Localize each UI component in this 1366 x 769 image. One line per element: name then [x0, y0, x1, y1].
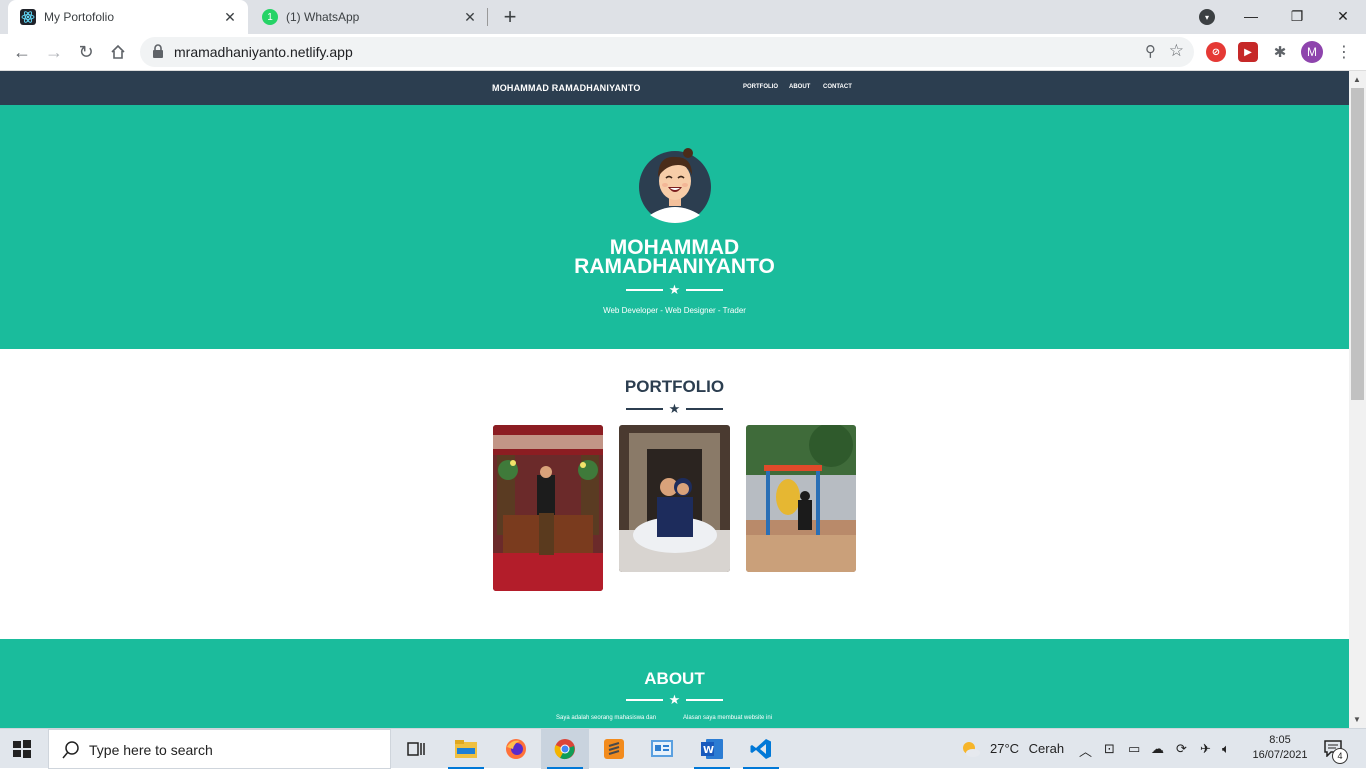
tab-search-icon[interactable]: ▾	[1199, 9, 1215, 25]
star-icon: ★	[668, 282, 681, 297]
hero-subtitle: Web Developer - Web Designer - Trader	[603, 306, 746, 315]
star-icon: ★	[668, 692, 681, 707]
portfolio-star-divider: ★	[626, 402, 723, 415]
react-icon	[20, 9, 36, 25]
weather-text[interactable]: 27°C Cerah	[990, 741, 1064, 756]
portfolio-photo-3[interactable]	[746, 425, 856, 572]
hero-name: MOHAMMAD RAMADHANIYANTO	[0, 237, 1349, 278]
address-bar[interactable]: mramadhaniyanto.netlify.app ⚲ ☆	[140, 37, 1194, 67]
battery-icon[interactable]: ▭	[1128, 741, 1140, 757]
weather-temperature: 27°C	[990, 741, 1020, 756]
svg-text:W: W	[703, 745, 714, 756]
hero-section: MOHAMMAD RAMADHANIYANTO ★ Web Developer …	[0, 105, 1349, 349]
site-brand[interactable]: MOHAMMAD RAMADHANIYANTO	[492, 83, 641, 93]
windows-start-icon[interactable]	[12, 739, 32, 759]
task-view-icon[interactable]	[392, 729, 440, 769]
airplane-mode-icon[interactable]: ✈	[1200, 741, 1211, 757]
lock-icon	[153, 44, 163, 58]
nav-link-about[interactable]: ABOUT	[789, 84, 810, 90]
bookmark-star-icon[interactable]: ☆	[1169, 41, 1184, 61]
word-icon[interactable]: W	[688, 729, 736, 769]
about-star-divider: ★	[626, 693, 723, 706]
minimize-button[interactable]: —	[1228, 0, 1274, 32]
close-window-button[interactable]: ✕	[1320, 0, 1366, 32]
taskbar-search-box[interactable]: Type here to search	[48, 729, 391, 769]
star-icon: ★	[668, 401, 681, 416]
tab-divider	[487, 8, 488, 26]
whatsapp-icon: 1	[262, 9, 278, 25]
url-text: mramadhaniyanto.netlify.app	[174, 44, 353, 60]
weather-condition: Cerah	[1028, 741, 1065, 756]
restore-button[interactable]: ❐	[1274, 0, 1320, 32]
about-title: ABOUT	[644, 669, 705, 688]
avatar-illustration	[639, 148, 711, 223]
clock-date: 16/07/2021	[1252, 749, 1308, 761]
profile-avatar[interactable]: M	[1301, 41, 1323, 63]
tab-title: My Portofolio	[44, 10, 115, 24]
sublime-text-icon[interactable]	[590, 729, 638, 769]
nav-link-portfolio[interactable]: PORTFOLIO	[743, 84, 778, 90]
volume-icon[interactable]: 🔈︎	[1222, 741, 1230, 757]
hero-star-divider: ★	[626, 283, 723, 296]
meet-now-icon[interactable]: ⊡	[1104, 741, 1115, 757]
tab-whatsapp[interactable]: 1 (1) WhatsApp ✕	[250, 0, 488, 34]
reload-icon[interactable]: ↻	[74, 40, 98, 64]
about-text-left: Saya adalah seorang mahasiswa dan	[556, 715, 657, 721]
hero-name-line2: RAMADHANIYANTO	[574, 255, 775, 278]
home-icon[interactable]	[106, 40, 130, 64]
page-scrollbar[interactable]: ▲ ▼	[1349, 71, 1366, 728]
back-icon[interactable]: ←	[10, 40, 34, 64]
tab-title: (1) WhatsApp	[286, 10, 360, 24]
clock-time: 8:05	[1269, 734, 1291, 746]
page-viewport: MOHAMMAD RAMADHANIYANTO PORTFOLIO ABOUT …	[0, 71, 1349, 728]
chevron-up-icon[interactable]: ︿	[1079, 741, 1092, 760]
scroll-down-icon[interactable]: ▼	[1353, 715, 1361, 724]
portfolio-photo-1[interactable]	[493, 425, 603, 591]
menu-kebab-icon[interactable]: ⋮	[1336, 42, 1352, 62]
scroll-up-icon[interactable]: ▲	[1353, 75, 1361, 84]
nav-link-contact[interactable]: CONTACT	[823, 84, 852, 90]
close-tab-icon[interactable]: ✕	[222, 9, 238, 25]
windows-taskbar: Type here to search W 27°C Cerah ︿ ⊡ ▭ ☁…	[0, 728, 1366, 769]
portfolio-photo-2[interactable]	[619, 425, 730, 572]
file-explorer-icon[interactable]	[442, 729, 490, 769]
about-section: ABOUT ★ Saya adalah seorang mahasiswa da…	[0, 639, 1349, 728]
zoom-icon[interactable]: ⚲	[1145, 42, 1156, 60]
onedrive-error-icon[interactable]: ☁	[1151, 741, 1164, 757]
extensions-puzzle-icon[interactable]: ✱	[1270, 42, 1290, 62]
firefox-icon[interactable]	[492, 729, 540, 769]
update-icon[interactable]: ⟳	[1176, 741, 1187, 757]
portfolio-section: PORTFOLIO ★	[0, 349, 1349, 639]
extension-video-icon[interactable]: ▶	[1238, 42, 1258, 62]
about-text-right: Alasan saya membuat website ini	[683, 715, 773, 721]
portfolio-title: PORTFOLIO	[624, 377, 725, 396]
system-clock[interactable]: 8:05 16/07/2021	[1250, 733, 1310, 763]
search-icon	[62, 741, 79, 759]
forward-icon[interactable]: →	[42, 40, 66, 64]
close-tab-icon[interactable]: ✕	[462, 9, 478, 25]
browser-toolbar: ← → ↻ mramadhaniyanto.netlify.app ⚲ ☆ ⊘ …	[0, 34, 1366, 71]
extension-adblock-icon[interactable]: ⊘	[1206, 42, 1226, 62]
weather-sun-cloud-icon[interactable]	[961, 739, 981, 759]
chrome-icon[interactable]	[541, 729, 589, 769]
scrollbar-thumb[interactable]	[1351, 88, 1364, 400]
tab-my-portofolio[interactable]: My Portofolio ✕	[8, 0, 248, 34]
tab-strip: My Portofolio ✕ 1 (1) WhatsApp ✕ + ▾ — ❐…	[0, 0, 1366, 34]
vscode-icon[interactable]	[737, 729, 785, 769]
site-navbar: MOHAMMAD RAMADHANIYANTO PORTFOLIO ABOUT …	[0, 71, 1349, 105]
new-tab-button[interactable]: +	[498, 4, 522, 29]
notification-count-badge: 4	[1332, 748, 1348, 764]
search-placeholder: Type here to search	[89, 742, 213, 758]
control-panel-icon[interactable]	[638, 729, 686, 769]
